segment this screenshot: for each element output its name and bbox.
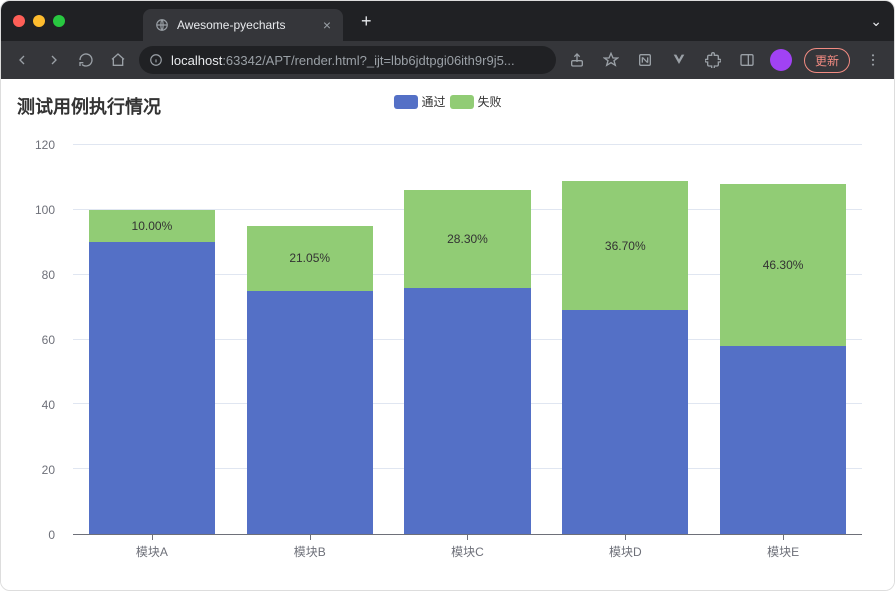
- bar-group[interactable]: 21.05%: [247, 145, 373, 534]
- bar-segment-pass: [89, 242, 215, 534]
- bar-segment-fail: 36.70%: [562, 181, 688, 311]
- panel-icon[interactable]: [736, 49, 758, 71]
- y-tick: 0: [48, 528, 55, 542]
- window-controls: [13, 15, 65, 27]
- x-tick: 模块C: [404, 535, 530, 575]
- x-tick: 模块B: [247, 535, 373, 575]
- y-tick: 60: [42, 333, 55, 347]
- legend-label-fail: 失败: [478, 93, 502, 110]
- legend-label-pass: 通过: [421, 93, 445, 110]
- share-icon[interactable]: [566, 49, 588, 71]
- bar-segment-pass: [247, 291, 373, 534]
- y-axis: 020406080100120: [13, 145, 61, 535]
- bar-segment-fail: 21.05%: [247, 226, 373, 291]
- x-tick: 模块E: [720, 535, 846, 575]
- bar-group[interactable]: 28.30%: [404, 145, 530, 534]
- bar-label: 10.00%: [132, 219, 173, 233]
- bar-label: 21.05%: [289, 251, 330, 265]
- bars-container: 10.00% 21.05% 28.30% 36.70% 46.30%: [73, 145, 862, 534]
- x-axis: 模块A 模块B 模块C 模块D 模块E: [73, 535, 862, 575]
- page-content: 测试用例执行情况 通过 失败 020406080100120 10.00%21.…: [1, 79, 894, 590]
- forward-button[interactable]: [43, 49, 65, 71]
- info-icon: [149, 53, 163, 67]
- toolbar-right: 更新: [566, 48, 884, 73]
- address-bar[interactable]: localhost:63342/APT/render.html?_ijt=lbb…: [139, 46, 556, 74]
- close-window-button[interactable]: [13, 15, 25, 27]
- profile-avatar[interactable]: [770, 49, 792, 71]
- tab-title: Awesome-pyecharts: [177, 18, 315, 32]
- bar-segment-fail: 28.30%: [404, 190, 530, 287]
- bar-group[interactable]: 10.00%: [89, 145, 215, 534]
- bar-group[interactable]: 36.70%: [562, 145, 688, 534]
- bar-segment-pass: [562, 310, 688, 534]
- maximize-window-button[interactable]: [53, 15, 65, 27]
- browser-window: Awesome-pyecharts × + ⌄ localhost:63342/…: [0, 0, 895, 591]
- y-tick: 40: [42, 398, 55, 412]
- bar-label: 36.70%: [605, 239, 646, 253]
- legend-item-pass[interactable]: 通过: [393, 93, 445, 110]
- bar-label: 28.30%: [447, 232, 488, 246]
- titlebar: Awesome-pyecharts × + ⌄: [1, 1, 894, 41]
- x-tick: 模块A: [89, 535, 215, 575]
- close-tab-button[interactable]: ×: [323, 17, 331, 33]
- y-tick: 100: [35, 203, 55, 217]
- bar-segment-pass: [404, 288, 530, 534]
- legend-swatch-pass: [393, 95, 417, 109]
- reload-button[interactable]: [75, 49, 97, 71]
- back-button[interactable]: [11, 49, 33, 71]
- browser-toolbar: localhost:63342/APT/render.html?_ijt=lbb…: [1, 41, 894, 79]
- chevron-down-icon[interactable]: ⌄: [870, 13, 882, 30]
- browser-tab[interactable]: Awesome-pyecharts ×: [143, 9, 343, 41]
- bar-segment-fail: 46.30%: [720, 184, 846, 346]
- new-tab-button[interactable]: +: [361, 11, 372, 32]
- menu-icon[interactable]: [862, 49, 884, 71]
- minimize-window-button[interactable]: [33, 15, 45, 27]
- home-button[interactable]: [107, 49, 129, 71]
- chart-legend: 通过 失败: [393, 93, 501, 110]
- legend-swatch-fail: [450, 95, 474, 109]
- notion-icon[interactable]: [634, 49, 656, 71]
- y-tick: 20: [42, 463, 55, 477]
- extensions-icon[interactable]: [702, 49, 724, 71]
- update-button[interactable]: 更新: [804, 48, 850, 73]
- url-path: :63342/APT/render.html?_ijt=lbb6jdtpgi06…: [222, 53, 514, 68]
- bar-label: 46.30%: [763, 258, 804, 272]
- globe-icon: [155, 18, 169, 32]
- bar-segment-fail: 10.00%: [89, 210, 215, 242]
- url-host: localhost: [171, 53, 222, 68]
- star-icon[interactable]: [600, 49, 622, 71]
- legend-item-fail[interactable]: 失败: [450, 93, 502, 110]
- url-text: localhost:63342/APT/render.html?_ijt=lbb…: [171, 53, 546, 68]
- v-extension-icon[interactable]: [668, 49, 690, 71]
- chart-area: 020406080100120 10.00%21.05%28.30%36.70%…: [13, 145, 882, 575]
- y-tick: 80: [42, 268, 55, 282]
- plot-region: 10.00% 21.05% 28.30% 36.70% 46.30%: [73, 145, 862, 535]
- bar-segment-pass: [720, 346, 846, 534]
- bar-group[interactable]: 46.30%: [720, 145, 846, 534]
- y-tick: 120: [35, 138, 55, 152]
- x-tick: 模块D: [562, 535, 688, 575]
